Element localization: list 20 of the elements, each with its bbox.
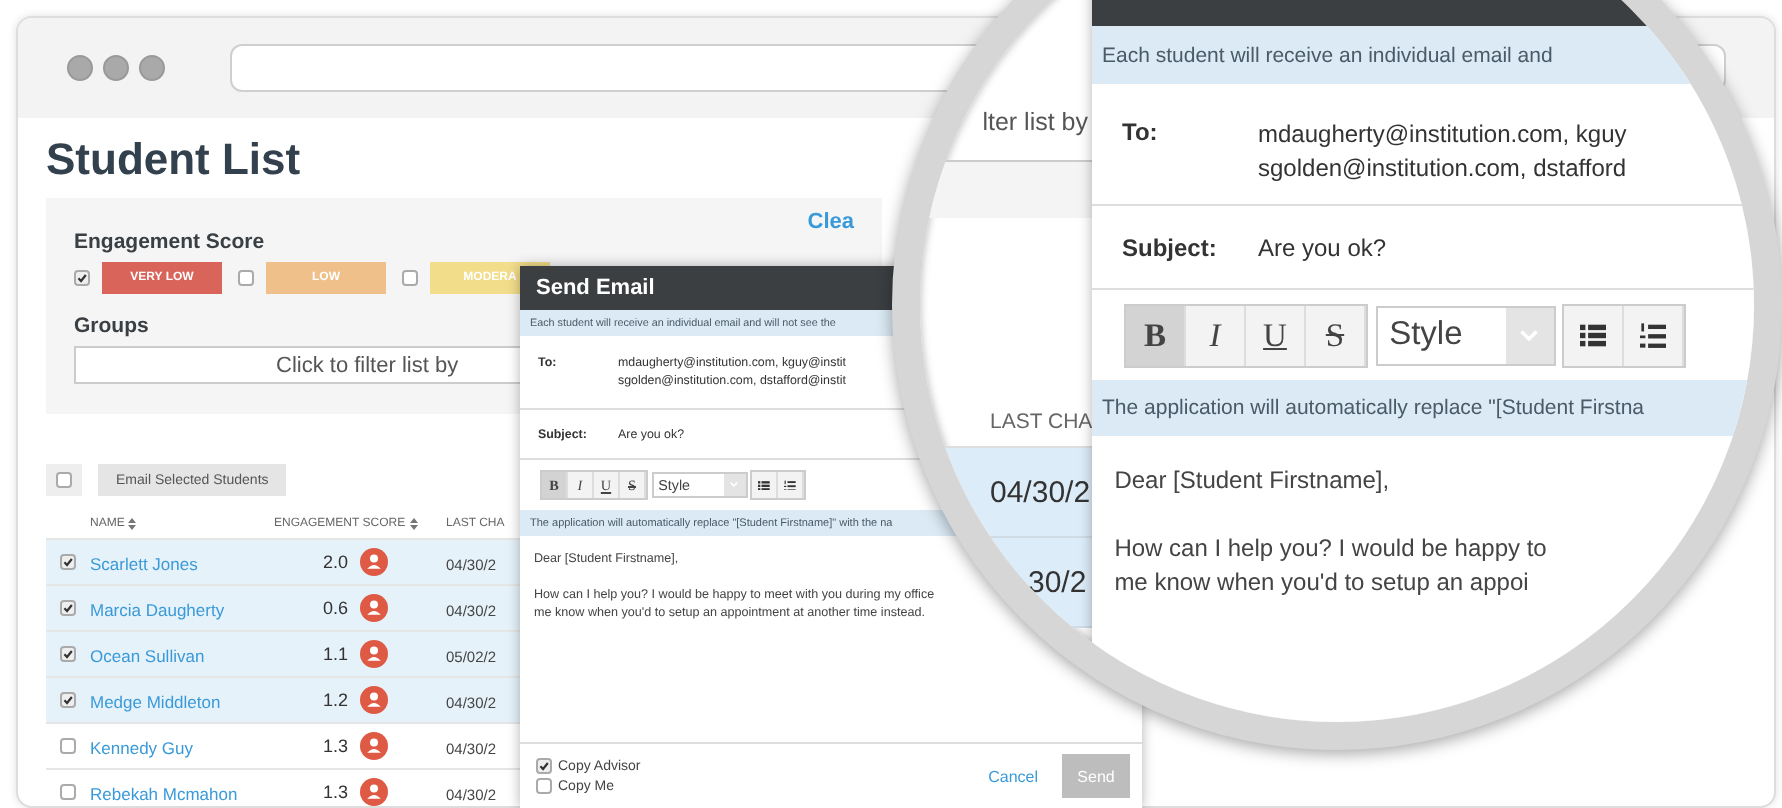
- message-line: How can I help you? I would be happy to: [1114, 531, 1549, 566]
- message-line: me know when you'd to setup an appoi: [1114, 565, 1531, 600]
- recipient-line: sgolden@institution.com, dstafford: [1258, 151, 1627, 186]
- date-cell: 04/30/2: [990, 475, 1091, 509]
- section-label: Groups: [74, 314, 149, 338]
- score-value: 1.2: [320, 690, 348, 710]
- column-header: LAST CHA: [990, 410, 1093, 434]
- date-cell: 30/2: [1028, 565, 1087, 599]
- field-label: Subject:: [1122, 233, 1219, 261]
- message-line: Dear [Student Firstname],: [1114, 463, 1392, 498]
- subject-value: Are you ok?: [1258, 233, 1387, 261]
- recipient-line: mdaugherty@institution.com, kguy: [1258, 118, 1627, 152]
- score-value: 1.1: [320, 644, 348, 664]
- score-value: 1.3: [320, 736, 348, 756]
- score-value: 2.0: [320, 552, 348, 572]
- score-value: 0.6: [320, 598, 348, 618]
- page-title: Student List: [46, 134, 301, 186]
- field-label: To:: [1122, 118, 1160, 151]
- score-value: 1.3: [320, 782, 348, 802]
- section-label: Engagement Score: [74, 228, 265, 254]
